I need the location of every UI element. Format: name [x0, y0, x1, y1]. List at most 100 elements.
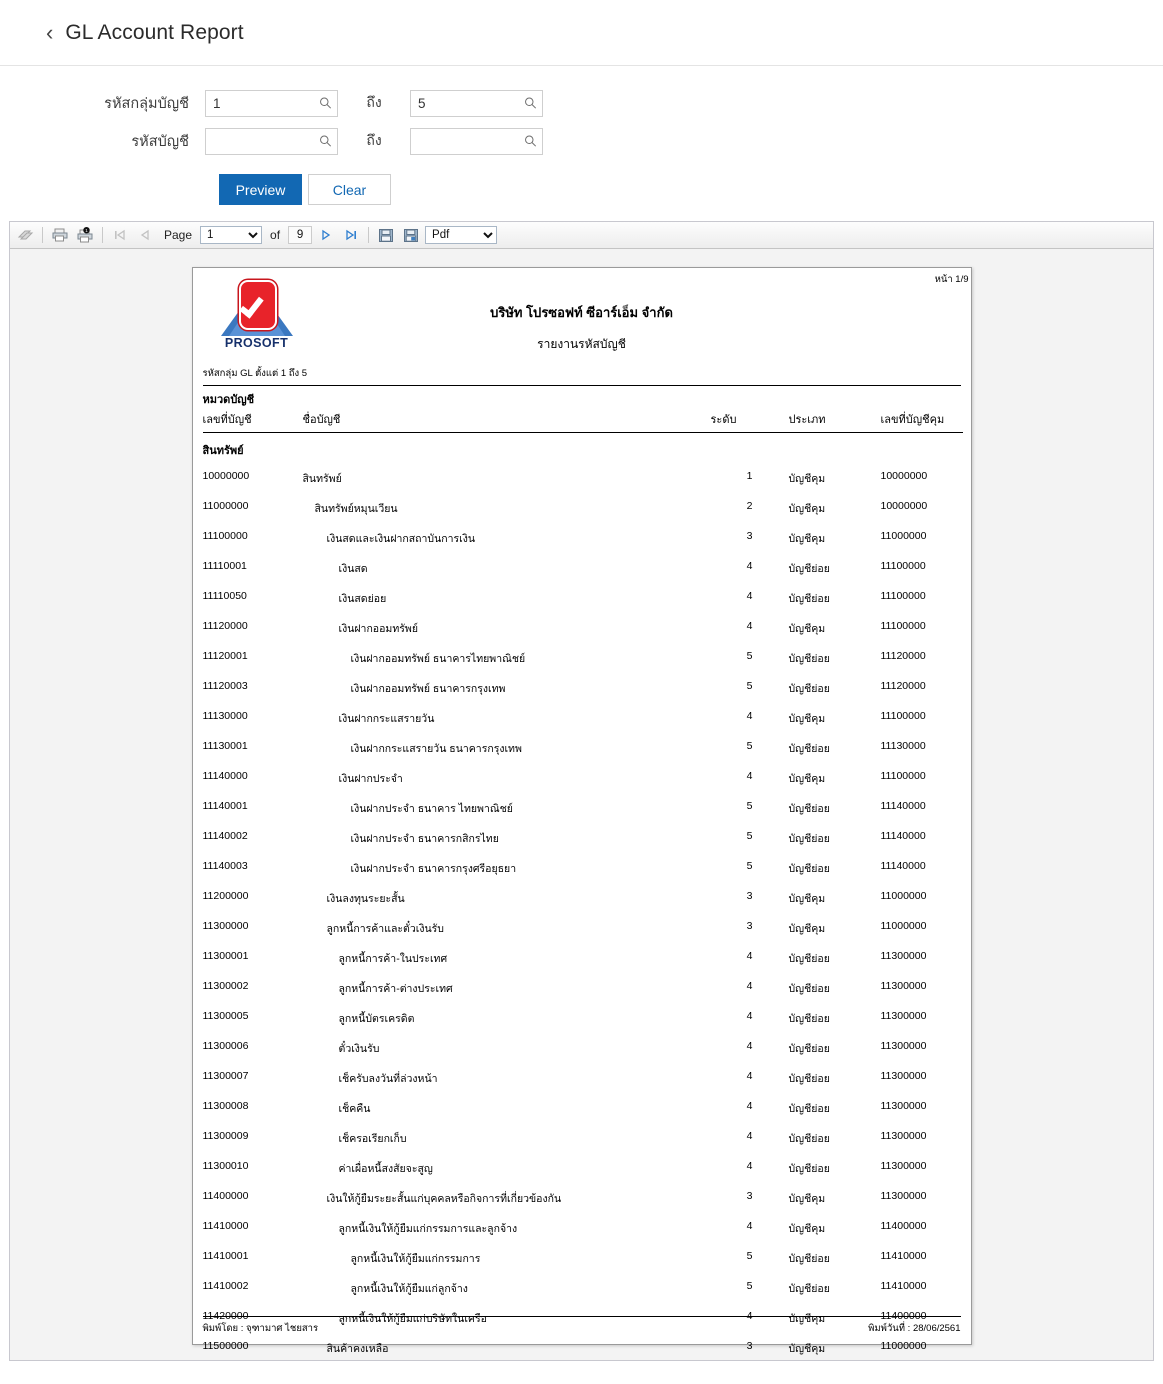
account-group-from-input[interactable] — [205, 89, 338, 117]
cell-account-code: 11140003 — [202, 859, 248, 872]
table-row: 11000000 สินทรัพย์หมุนเวียน 2 บัญชีคุม 10000… — [203, 493, 963, 523]
cell-account-name: ลูกหนี้การค้า-ต่างประเทศ — [338, 982, 453, 995]
cell-control-account: 11300000 — [880, 1039, 927, 1052]
cell-level: 3 — [746, 529, 753, 542]
cell-control-account: 11300000 — [880, 1069, 927, 1082]
preview-button[interactable]: Preview — [219, 174, 302, 205]
cell-control-account: 11410000 — [880, 1279, 927, 1292]
printer-page-icon[interactable]: 1 — [74, 225, 96, 246]
clear-button[interactable]: Clear — [308, 174, 391, 205]
of-label: of — [270, 228, 281, 242]
viewer-toolbar: 1 Page 1 of 9 Pdf — [10, 222, 1153, 249]
account-group-to-input[interactable] — [410, 89, 543, 117]
save-disk-icon[interactable] — [375, 225, 397, 246]
cell-level: 4 — [746, 1069, 753, 1082]
cell-level: 4 — [746, 769, 753, 782]
cell-control-account: 11120000 — [880, 649, 926, 662]
cell-account-code: 11100000 — [202, 529, 248, 542]
cell-account-code: 11400000 — [202, 1189, 249, 1202]
cell-account-code: 11410000 — [202, 1219, 249, 1232]
previous-page-icon[interactable] — [134, 225, 156, 246]
filter-label-account-group: รหัสกลุ่มบัญชี — [104, 95, 189, 112]
account-code-to-field-wrap — [410, 127, 543, 155]
filter-row-account-group: รหัสกลุ่มบัญชี ถึง — [0, 84, 1163, 122]
table-row: 10000000 สินทรัพย์ 1 บัญชีคุม 10000000 — [203, 463, 963, 493]
cell-type: บัญชีคุม — [788, 622, 826, 635]
cell-account-name: เงินฝากประจำ ธนาคารกรุงศรีอยุธยา — [350, 862, 517, 875]
table-row: 11300001 ลูกหนี้การค้า-ในประเทศ 4 บัญชีย่อย… — [203, 943, 963, 973]
cell-account-name: เงินฝากกระแสรายวัน ธนาคารกรุงเทพ — [350, 742, 522, 755]
cell-account-name: ค่าเผื่อหนี้สงสัยจะสูญ — [338, 1162, 433, 1175]
cell-type: บัญชีคุม — [788, 502, 826, 515]
table-row: 11300008 เช็คคืน 4 บัญชีย่อย 11300000 — [203, 1093, 963, 1123]
prosoft-logo: PROSOFT — [220, 278, 293, 352]
cell-type: บัญชีคุม — [788, 922, 826, 935]
table-row: 11300005 ลูกหนี้บัตรเครดิต 4 บัญชีย่อย 11300… — [203, 1003, 963, 1033]
cell-level: 5 — [746, 829, 753, 842]
printer-icon[interactable] — [49, 225, 71, 246]
cell-account-code: 11110050 — [202, 589, 247, 602]
cell-account-code: 11120000 — [202, 619, 248, 632]
first-page-icon[interactable] — [109, 225, 131, 246]
cell-type: บัญชีคุม — [788, 1342, 826, 1355]
cell-level: 4 — [746, 589, 753, 602]
cell-level: 4 — [746, 619, 753, 632]
cell-type: บัญชีคุม — [788, 472, 826, 485]
table-row: 11410001 ลูกหนี้เงินให้กู้ยืมแก่กรรมการ 5 บ… — [203, 1243, 963, 1273]
cell-account-code: 11300010 — [202, 1159, 249, 1172]
table-row: 11120001 เงินฝากออมทรัพย์ ธนาคารไทยพาณิชย… — [203, 643, 963, 673]
report-sheet: หน้า 1/9 PROSOFT บริษัท โปรซอฟท์ ซีอาร์เ… — [191, 267, 972, 1355]
cell-account-code: 11300007 — [202, 1069, 249, 1082]
cell-account-name: ลูกหนี้การค้า-ในประเทศ — [338, 952, 448, 965]
account-group-to-field-wrap — [410, 89, 543, 117]
cell-account-code: 11200000 — [202, 889, 249, 902]
table-row: 11100000 เงินสดและเงินฝากสถาบันการเงิน 3 บั… — [203, 523, 963, 553]
report-printed-date: พิมพ์วันที่ : 28/06/2561 — [868, 1323, 961, 1334]
cell-level: 1 — [746, 469, 753, 482]
cell-account-code: 11300001 — [202, 949, 249, 962]
page-number-select[interactable]: 1 — [200, 226, 263, 244]
cell-account-name: ลูกหนี้บัตรเครดิต — [338, 1012, 415, 1025]
next-page-icon[interactable] — [315, 225, 337, 246]
cell-account-name: เช็คคืน — [338, 1102, 371, 1115]
cell-type: บัญชีย่อย — [788, 562, 830, 575]
cell-control-account: 11000000 — [880, 529, 927, 542]
column-header-control: เลขที่บัญชีคุม — [880, 414, 945, 426]
export-disk-icon[interactable] — [400, 225, 422, 246]
cell-account-code: 11500000 — [202, 1339, 249, 1352]
cell-control-account: 11140000 — [880, 829, 926, 842]
back-chevron-icon[interactable]: ‹ — [46, 21, 53, 44]
column-header-type: ประเภท — [788, 414, 826, 426]
toolbar-divider — [42, 227, 43, 243]
cell-account-name: เงินฝากออมทรัพย์ — [338, 622, 418, 635]
cell-account-name: สินทรัพย์หมุนเวียน — [314, 502, 398, 515]
page-label: Page — [164, 228, 193, 242]
account-code-from-input[interactable] — [205, 127, 338, 155]
eraser-icon[interactable] — [14, 225, 36, 246]
cell-level: 3 — [746, 1339, 753, 1352]
table-row: 11130000 เงินฝากกระแสรายวัน 4 บัญชีคุม 11100… — [203, 703, 963, 733]
table-row: 11500000 สินค้าคงเหลือ 3 บัญชีคุม 11000000 — [203, 1333, 963, 1361]
cell-type: บัญชีย่อย — [788, 952, 830, 965]
total-pages: 9 — [288, 226, 313, 244]
cell-account-code: 11300000 — [202, 919, 249, 932]
cell-type: บัญชีย่อย — [788, 1102, 830, 1115]
sheet-scroll-area[interactable]: หน้า 1/9 PROSOFT บริษัท โปรซอฟท์ ซีอาร์เ… — [10, 249, 1153, 1361]
report-table-body: สินทรัพย์ 10000000 สินทรัพย์ 1 บัญชีคุม 10000… — [203, 433, 963, 1362]
cell-level: 4 — [746, 1009, 753, 1022]
cell-account-code: 11410002 — [202, 1279, 249, 1292]
cell-type: บัญชีย่อย — [788, 1012, 830, 1025]
report-viewer: 1 Page 1 of 9 Pdf หน้า 1/9 PROSOFT บริษั… — [9, 221, 1154, 1361]
last-page-icon[interactable] — [340, 225, 362, 246]
cell-account-name: สินทรัพย์ — [302, 472, 342, 485]
cell-control-account: 10000000 — [880, 469, 928, 482]
export-format-select[interactable]: Pdf — [425, 226, 498, 244]
report-title: รายงานรหัสบัญชี — [537, 337, 626, 351]
cell-account-code: 11120003 — [202, 679, 248, 692]
cell-control-account: 11300000 — [880, 1189, 927, 1202]
toolbar-divider — [368, 227, 370, 243]
cell-level: 5 — [746, 649, 753, 662]
account-code-to-input[interactable] — [410, 127, 543, 155]
report-company-name: บริษัท โปรซอฟท์ ซีอาร์เอ็ม จำกัด — [490, 305, 673, 320]
cell-account-name: เช็ครอเรียกเก็บ — [338, 1132, 407, 1145]
